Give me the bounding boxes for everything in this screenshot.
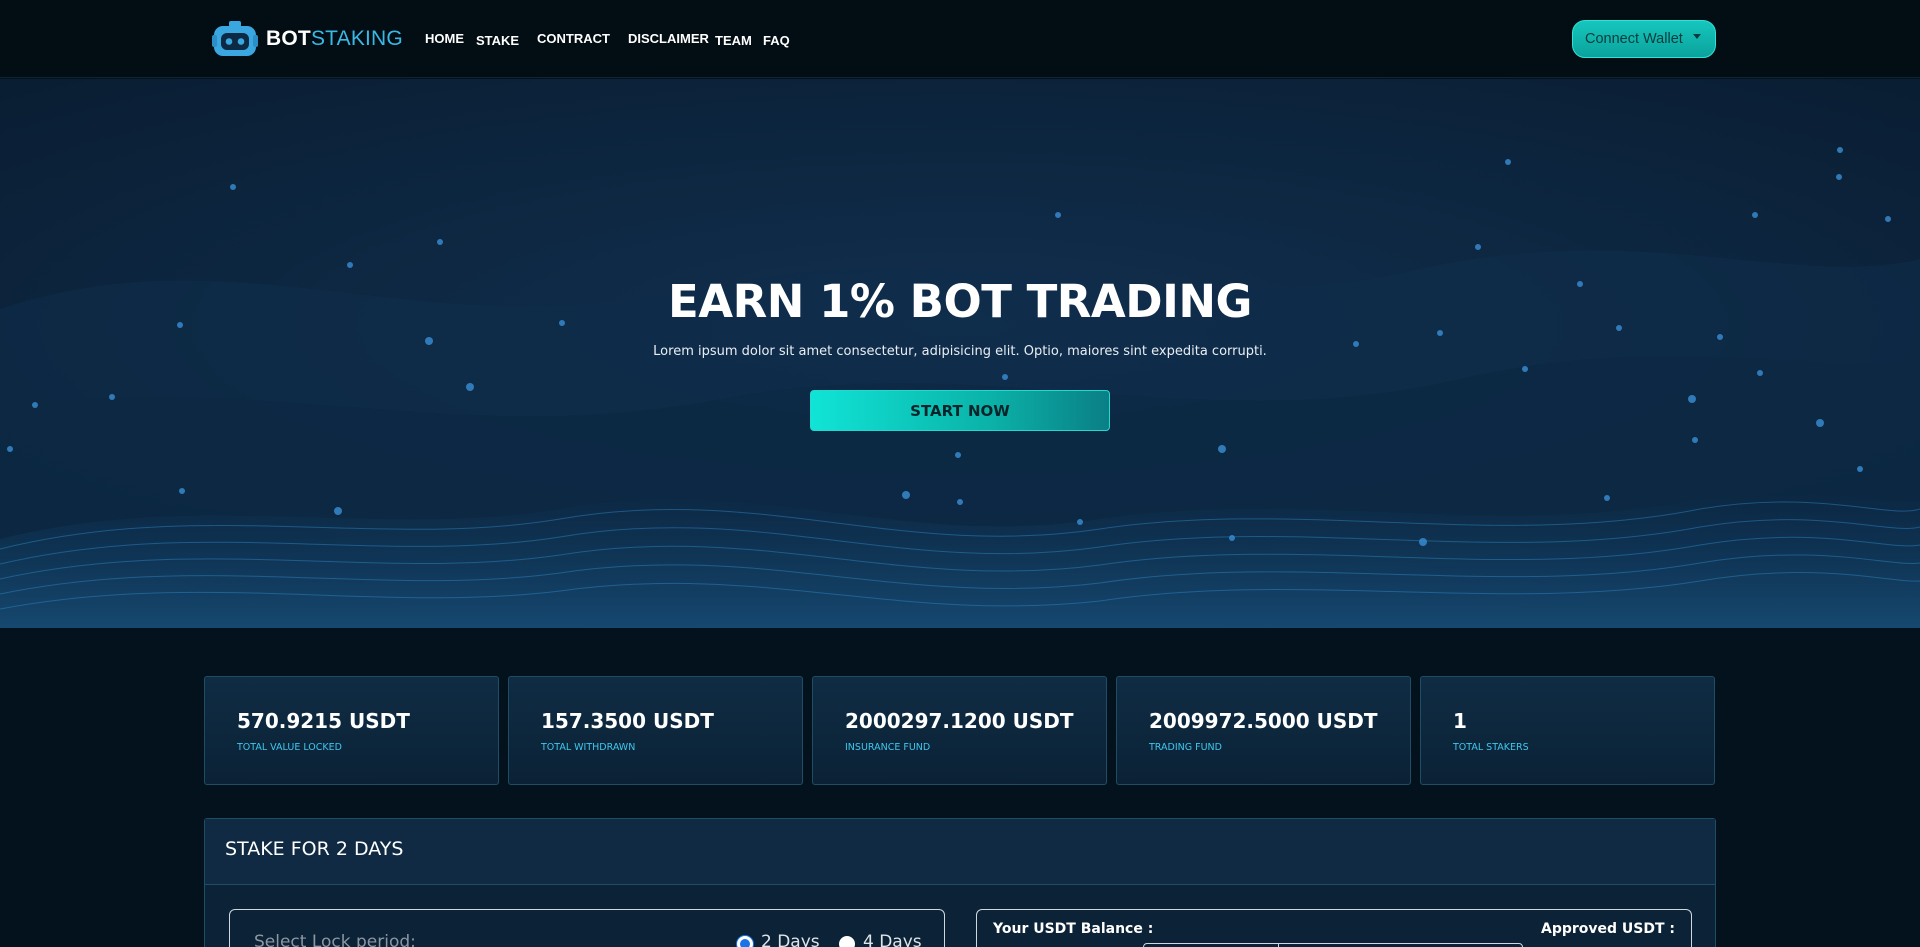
nav-contract[interactable]: CONTRACT <box>537 31 610 46</box>
stake-panel-title: STAKE FOR 2 DAYS <box>225 838 404 860</box>
hero-subtitle: Lorem ipsum dolor sit amet consectetur, … <box>653 344 1267 359</box>
stake-panel: STAKE FOR 2 DAYS Select Lock period: 2 D… <box>204 818 1716 947</box>
nav-disclaimer[interactable]: DISCLAIMER <box>628 31 709 46</box>
brand-logo[interactable]: BOTSTAKING <box>212 20 403 58</box>
stat-card-stakers: 1 TOTAL STAKERS <box>1420 676 1715 785</box>
stat-label: TOTAL STAKERS <box>1453 742 1529 753</box>
stat-value: 157.3500 USDT <box>541 709 714 733</box>
stat-card-withdrawn: 157.3500 USDT TOTAL WITHDRAWN <box>508 676 803 785</box>
stat-label: TOTAL WITHDRAWN <box>541 742 636 753</box>
start-now-button[interactable]: START NOW <box>810 390 1110 431</box>
usdt-balance-label: Your USDT Balance : <box>993 921 1154 937</box>
brand-name-light: STAKING <box>310 27 403 50</box>
top-navbar: BOTSTAKING HOME STAKE CONTRACT DISCLAIME… <box>0 0 1920 78</box>
chevron-down-icon <box>1693 34 1701 39</box>
approved-usdt-label: Approved USDT : <box>1540 921 1675 937</box>
stat-label: INSURANCE FUND <box>845 742 931 753</box>
stat-label: TRADING FUND <box>1149 742 1222 753</box>
robot-icon <box>212 20 258 58</box>
nav-stake[interactable]: STAKE <box>476 33 519 48</box>
stats-row: 570.9215 USDT TOTAL VALUE LOCKED 157.350… <box>204 676 1716 785</box>
stat-card-tvl: 570.9215 USDT TOTAL VALUE LOCKED <box>204 676 499 785</box>
nav-team[interactable]: TEAM <box>715 33 752 48</box>
connect-wallet-label: Connect Wallet <box>1585 31 1683 47</box>
radio-2-days-label[interactable]: 2 Days <box>761 932 820 947</box>
radio-4-days[interactable] <box>839 936 855 947</box>
stake-amount-input[interactable] <box>1143 943 1523 947</box>
stat-value: 2000297.1200 USDT <box>845 709 1074 733</box>
hero-section: EARN 1% BOT TRADING Lorem ipsum dolor si… <box>0 79 1920 628</box>
stat-card-trading: 2009972.5000 USDT TRADING FUND <box>1116 676 1411 785</box>
stake-panel-header: STAKE FOR 2 DAYS <box>205 819 1715 885</box>
connect-wallet-button[interactable]: Connect Wallet <box>1572 20 1716 58</box>
lock-period-selector: Select Lock period: 2 Days 4 Days <box>229 909 945 947</box>
brand-name-bold: BOT <box>266 27 311 50</box>
radio-4-days-label[interactable]: 4 Days <box>863 932 922 947</box>
hero-title: EARN 1% BOT TRADING <box>668 275 1252 328</box>
stat-label: TOTAL VALUE LOCKED <box>237 742 342 753</box>
nav-home[interactable]: HOME <box>425 31 464 46</box>
stat-card-insurance: 2000297.1200 USDT INSURANCE FUND <box>812 676 1107 785</box>
stat-value: 2009972.5000 USDT <box>1149 709 1378 733</box>
stat-value: 570.9215 USDT <box>237 709 410 733</box>
radio-2-days[interactable] <box>737 936 753 947</box>
balance-box: Your USDT Balance : Approved USDT : <box>976 909 1692 947</box>
lock-period-label: Select Lock period: <box>254 932 416 947</box>
nav-faq[interactable]: FAQ <box>763 33 790 48</box>
brand-name: BOTSTAKING <box>266 27 403 51</box>
stat-value: 1 <box>1453 709 1467 733</box>
